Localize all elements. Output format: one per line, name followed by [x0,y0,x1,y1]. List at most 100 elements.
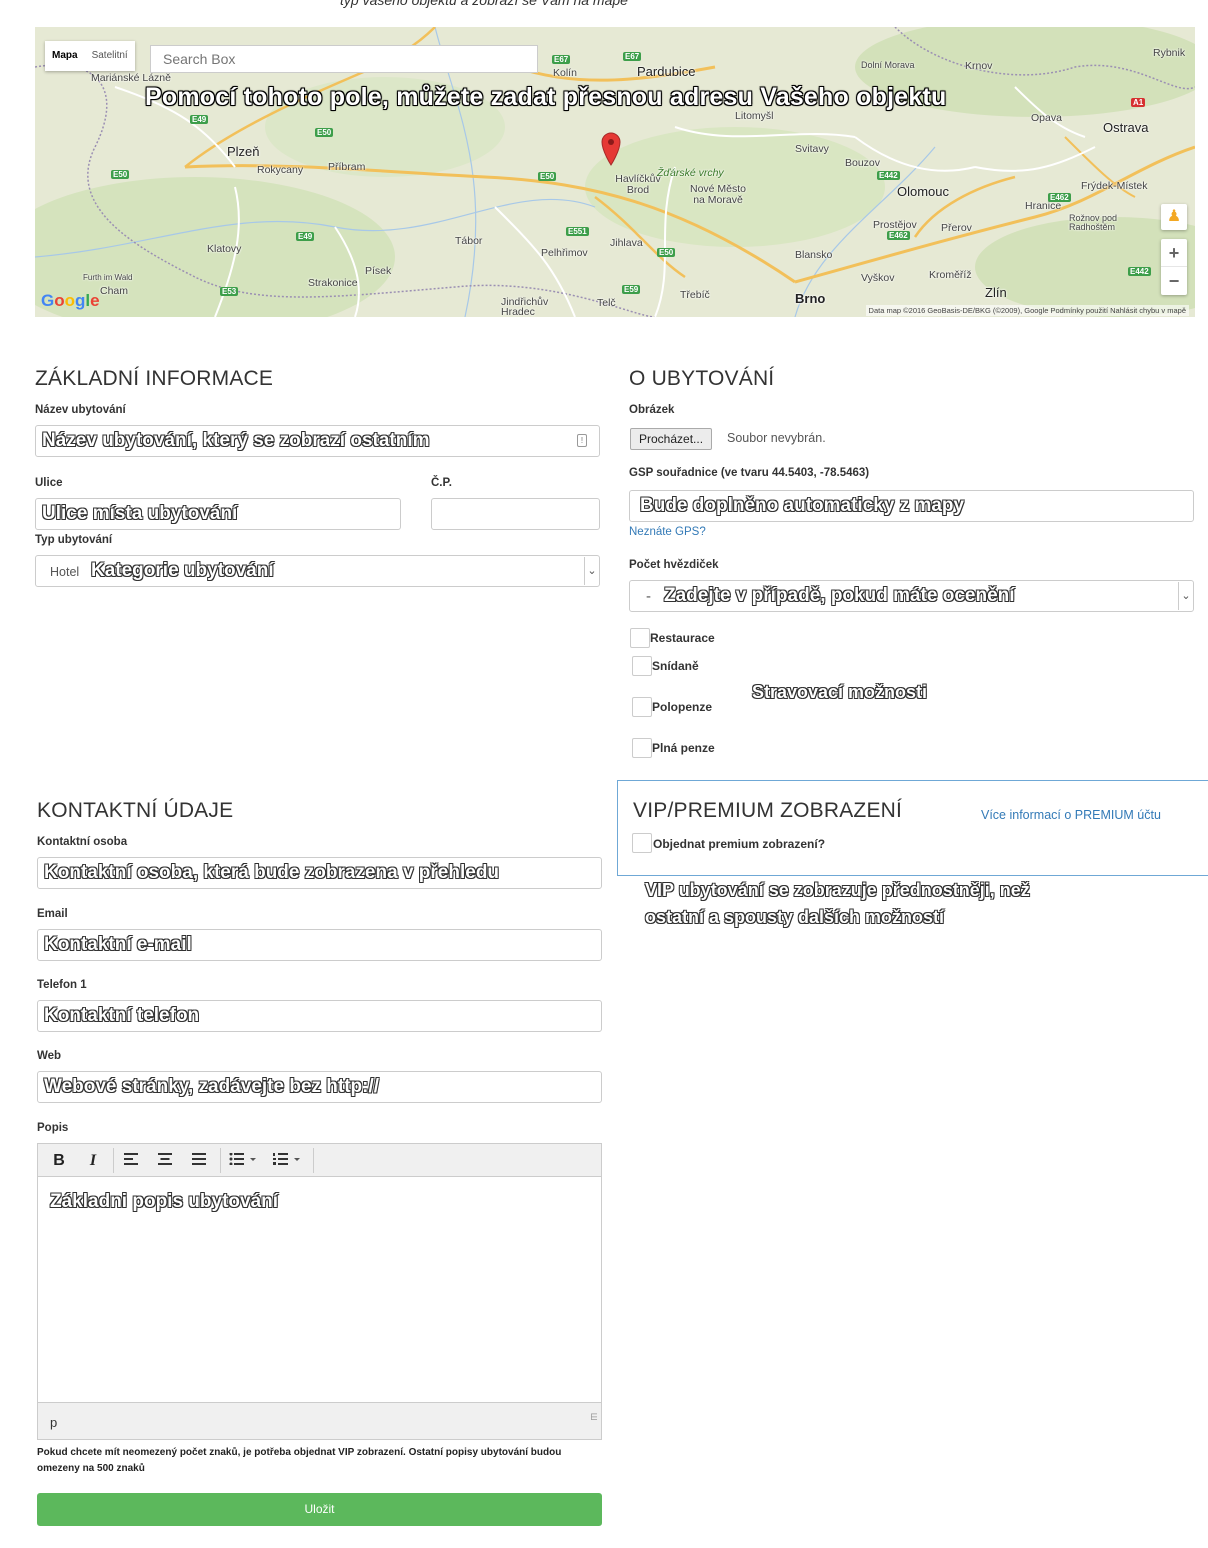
email-label: Email [37,908,68,920]
type-label: Typ ubytování [35,534,113,546]
city-label: Furth im Wald [83,273,133,282]
description-limit-note: Pokud chcete mít neomezený počet znaků, … [37,1447,562,1474]
city-label: Cham [100,285,129,297]
bullet-list-icon[interactable] [226,1148,262,1173]
road-shield: E67 [623,52,642,61]
stars-label: Počet hvězdiček [629,559,719,571]
unknown-gps-link[interactable]: Neznáte GPS? [629,526,706,538]
map-attribution[interactable]: Data map ©2016 GeoBasis-DE/BKG (©2009), … [865,305,1189,316]
road-shield: E462 [887,231,910,240]
chevron-down-icon: ⌄ [1178,582,1193,610]
city-label: Nové Město na Moravě [689,183,747,206]
meals-annotation: Stravovací možnosti [752,682,928,702]
city-label: Zlín [985,285,1007,300]
justify-icon[interactable] [186,1148,212,1173]
web-hint: Webové stránky, zadávejte bez http:// [44,1076,380,1097]
gps-input-hint: Bude doplněno automaticky z mapy [640,495,965,516]
checkbox-order-premium[interactable] [632,833,652,853]
premium-info-link[interactable]: Více informací o PREMIUM účtu [981,808,1161,822]
city-label: Pardubice [637,64,696,79]
street-view-pegman-icon[interactable]: ♟ [1161,204,1187,230]
road-shield: E442 [877,171,900,180]
city-label: Rybnik [1153,47,1186,59]
map-search-input[interactable] [150,45,538,73]
house-number-input[interactable] [431,498,600,530]
name-label: Název ubytování [35,404,126,416]
web-label: Web [37,1050,62,1062]
city-label: Jihlava [610,237,643,249]
map-search-annotation: Pomocí tohoto pole, můžete zadat přesnou… [145,83,947,111]
no-file-text: Soubor nevybrán. [727,431,826,445]
road-shield: A1 [1131,98,1146,107]
resize-handle-icon[interactable]: ⋿ [590,1397,598,1437]
street-input[interactable]: Ulice místa ubytování [35,498,401,530]
map-type-satellite[interactable]: Satelitní [85,41,135,71]
phone-label: Telefon 1 [37,979,87,991]
map-type-map[interactable]: Mapa [45,41,85,71]
email-input[interactable]: Kontaktní e-mail [37,929,602,961]
city-label: Kroměříž [929,269,972,281]
road-shield: E442 [1128,267,1151,276]
web-input[interactable]: Webové stránky, zadávejte bez http:// [37,1071,602,1103]
stars-select[interactable]: - Zadejte v případě, pokud máte ocenění … [629,580,1194,612]
zoom-control[interactable]: + − [1161,239,1187,295]
email-hint: Kontaktní e-mail [44,934,192,955]
vip-annotation-line1: VIP ubytování se zobrazuje přednostněji,… [645,880,1030,900]
name-input-hint: Název ubytování, který se zobrazí ostatn… [42,430,430,451]
type-select-value: Hotel [50,565,80,579]
road-shield: E49 [296,232,315,241]
checkbox-breakfast[interactable] [632,656,652,676]
city-label: Tábor [455,235,483,247]
browse-file-button[interactable]: Procházet... [630,428,713,450]
city-label: Opava [1031,112,1062,124]
section-heading-basic: ZÁKLADNÍ INFORMACE [35,367,274,390]
road-shield: E50 [657,248,676,257]
gps-input[interactable]: Bude doplněno automaticky z mapy [629,490,1194,522]
type-select-hint: Kategorie ubytování [91,560,274,581]
description-hint: Základni popis ubytování [50,1191,279,1212]
road-shield: E50 [315,128,334,137]
toolbar-divider [220,1148,221,1173]
save-button[interactable]: Uložit [37,1493,602,1526]
city-label: Bouzov [845,157,881,169]
order-premium-label: Objednat premium zobrazení? [653,837,826,851]
location-pin-icon[interactable] [601,132,621,166]
city-label: Rožnov pod Radhoštěm [1069,213,1118,232]
description-editor[interactable]: Základni popis ubytování [37,1177,602,1402]
house-number-label: Č.P. [431,477,452,489]
zoom-out-button[interactable]: − [1161,267,1187,295]
road-shield: E551 [566,227,589,236]
name-input[interactable]: Název ubytování, který se zobrazí ostatn… [35,425,600,457]
checkbox-full-board[interactable] [632,738,652,758]
city-label: Písek [365,265,392,277]
type-select[interactable]: Hotel Kategorie ubytování ⌄ [35,555,600,587]
city-label: Frýdek-Místek [1081,180,1148,192]
google-logo: Google [41,291,100,310]
zoom-in-button[interactable]: + [1161,239,1187,267]
phone-hint: Kontaktní telefon [44,1005,200,1026]
autofill-key-icon: ! [577,434,587,447]
city-label: Strakonice [308,277,358,289]
checkbox-restaurant[interactable] [630,628,650,648]
editor-toolbar: B I [37,1143,602,1177]
road-shield: E67 [552,55,571,64]
align-center-icon[interactable] [152,1148,178,1173]
city-label: Jindřichův Hradec [501,296,549,317]
top-cropped-text: typ vašeho objektu a zobrazí se Vám na m… [340,0,628,8]
gps-label: GSP souřadnice (ve tvaru 44.5403, -78.54… [629,467,870,479]
align-left-icon[interactable] [118,1148,144,1173]
stars-select-value: - [646,588,651,605]
bold-button[interactable]: B [48,1148,70,1173]
meal-option-label: Snídaně [652,659,699,673]
map-type-control[interactable]: Mapa Satelitní [45,41,135,71]
numbered-list-icon[interactable] [270,1148,306,1173]
city-label: Svitavy [795,143,829,155]
road-shield: E53 [220,287,239,296]
checkbox-half-board[interactable] [632,697,652,717]
contact-person-input[interactable]: Kontaktní osoba, která bude zobrazena v … [37,857,602,889]
street-input-hint: Ulice místa ubytování [42,503,238,524]
toolbar-divider [113,1148,114,1173]
map-widget[interactable]: Mapa Satelitní Mariánské Lázně Plzeň Rok… [35,27,1195,317]
italic-button[interactable]: I [82,1148,104,1173]
phone-input[interactable]: Kontaktní telefon [37,1000,602,1032]
